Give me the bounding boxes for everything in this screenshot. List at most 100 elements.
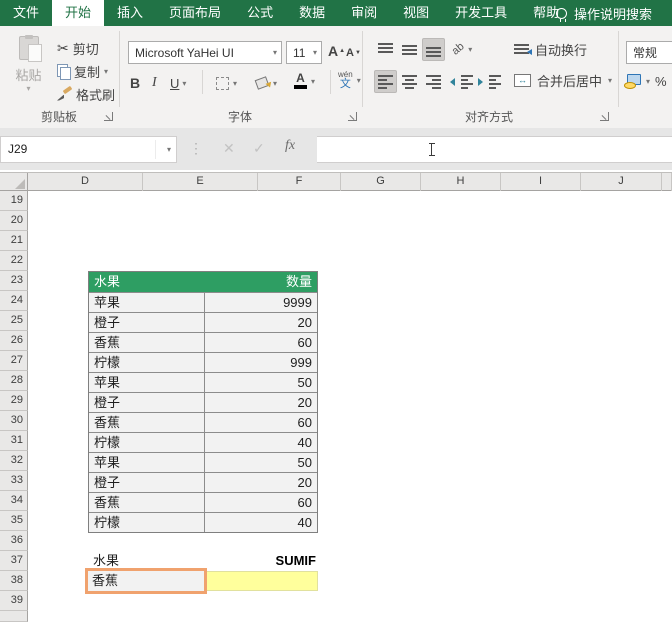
borders-button[interactable]: ▾: [216, 73, 237, 93]
font-size-dropdown-icon[interactable]: ▾: [309, 48, 321, 57]
criteria-cell-selected[interactable]: 香蕉: [85, 568, 207, 594]
bold-button[interactable]: B: [130, 73, 140, 93]
cancel-entry-icon[interactable]: ✕: [223, 140, 235, 157]
col-header-J[interactable]: J: [581, 173, 662, 191]
row-header-30[interactable]: 30: [0, 411, 28, 431]
font-name-combo[interactable]: Microsoft YaHei UI ▾: [128, 41, 282, 64]
row-header-33[interactable]: 33: [0, 471, 28, 491]
grow-font-button[interactable]: A ▲: [328, 41, 345, 61]
fill-color-dropdown-icon[interactable]: ▾: [273, 79, 277, 88]
tab-formulas[interactable]: 公式: [234, 0, 286, 26]
col-header-H[interactable]: H: [421, 173, 501, 191]
row-header-23[interactable]: 23: [0, 271, 28, 291]
cell-qty[interactable]: 60: [205, 413, 317, 432]
formula-bar-grip-icon[interactable]: ⋮: [189, 140, 203, 157]
tab-review[interactable]: 审阅: [338, 0, 390, 26]
accounting-dropdown-icon[interactable]: ▾: [646, 77, 650, 86]
cell-fruit[interactable]: 香蕉: [89, 413, 205, 432]
col-header-I[interactable]: I: [501, 173, 581, 191]
row-header-38[interactable]: 38: [0, 571, 28, 591]
align-bottom-button[interactable]: [422, 38, 445, 61]
phonetic-dropdown-icon[interactable]: ▾: [357, 76, 361, 85]
row-header-21[interactable]: 21: [0, 231, 28, 251]
cell-fruit[interactable]: 柠檬: [89, 513, 205, 532]
italic-button[interactable]: I: [152, 73, 157, 93]
row-header-32[interactable]: 32: [0, 451, 28, 471]
fill-color-button[interactable]: ▾: [256, 73, 277, 93]
tab-home[interactable]: 开始: [52, 0, 104, 26]
tab-page-layout[interactable]: 页面布局: [156, 0, 234, 26]
font-name-dropdown-icon[interactable]: ▾: [269, 48, 281, 57]
cell-fruit[interactable]: 香蕉: [89, 493, 205, 512]
underline-dropdown-icon[interactable]: ▾: [182, 79, 186, 88]
tab-developer[interactable]: 开发工具: [442, 0, 520, 26]
row-header-26[interactable]: 26: [0, 331, 28, 351]
formula-input[interactable]: [317, 136, 672, 163]
col-header-F[interactable]: F: [258, 173, 341, 191]
font-color-button[interactable]: A ▾: [294, 71, 315, 91]
name-box[interactable]: J29 ▾: [0, 136, 177, 163]
number-format-combo[interactable]: 常规: [626, 41, 672, 64]
cell-qty[interactable]: 20: [205, 473, 317, 492]
row-header-35[interactable]: 35: [0, 511, 28, 531]
tab-view[interactable]: 视图: [390, 0, 442, 26]
font-color-dropdown-icon[interactable]: ▾: [311, 77, 315, 86]
cell-fruit[interactable]: 香蕉: [89, 333, 205, 352]
copy-button[interactable]: 复制 ▾: [57, 61, 108, 81]
underline-button[interactable]: U ▾: [170, 73, 186, 93]
align-center-button[interactable]: [398, 70, 421, 93]
sumif-result-cell[interactable]: [204, 571, 318, 591]
decrease-indent-button[interactable]: [450, 72, 473, 92]
cell-qty[interactable]: 50: [205, 453, 317, 472]
increase-indent-button[interactable]: [478, 72, 501, 92]
cell-qty[interactable]: 9999: [205, 293, 317, 312]
cell-qty[interactable]: 50: [205, 373, 317, 392]
sumif-label-cell[interactable]: SUMIF: [204, 551, 316, 571]
shrink-font-button[interactable]: A ▼: [346, 43, 361, 63]
row-header-29[interactable]: 29: [0, 391, 28, 411]
wrap-text-button[interactable]: 自动换行: [514, 39, 587, 59]
orientation-dropdown-icon[interactable]: ▾: [468, 45, 472, 54]
align-right-button[interactable]: [422, 70, 445, 93]
align-middle-button[interactable]: [398, 38, 421, 61]
tab-data[interactable]: 数据: [286, 0, 338, 26]
accounting-format-button[interactable]: ▾ %: [624, 71, 667, 91]
row-header-27[interactable]: 27: [0, 351, 28, 371]
name-box-dropdown-icon[interactable]: ▾: [167, 145, 171, 154]
alignment-dialog-launcher[interactable]: [600, 112, 609, 121]
tab-file[interactable]: 文件: [0, 0, 52, 26]
tab-insert[interactable]: 插入: [104, 0, 156, 26]
cell-qty[interactable]: 40: [205, 513, 317, 532]
cell-qty[interactable]: 60: [205, 333, 317, 352]
insert-function-icon[interactable]: fx: [285, 138, 295, 154]
format-painter-button[interactable]: 格式刷: [57, 84, 115, 104]
cell-fruit[interactable]: 苹果: [89, 453, 205, 472]
cell-fruit[interactable]: 橙子: [89, 313, 205, 332]
cell-fruit[interactable]: 橙子: [89, 393, 205, 412]
col-header-G[interactable]: G: [341, 173, 421, 191]
cut-button[interactable]: ✂ 剪切: [57, 38, 99, 58]
row-header-28[interactable]: 28: [0, 371, 28, 391]
row-header-24[interactable]: 24: [0, 291, 28, 311]
confirm-entry-icon[interactable]: ✓: [253, 140, 265, 157]
orientation-button[interactable]: ab ▾: [452, 39, 472, 59]
cell-qty[interactable]: 999: [205, 353, 317, 372]
col-header-E[interactable]: E: [143, 173, 258, 191]
phonetic-guide-button[interactable]: wén 文 ▾: [338, 70, 361, 90]
cell-qty[interactable]: 20: [205, 393, 317, 412]
row-header-31[interactable]: 31: [0, 431, 28, 451]
font-size-combo[interactable]: 11 ▾: [286, 41, 322, 64]
copy-dropdown-icon[interactable]: ▾: [104, 67, 108, 76]
cell-fruit[interactable]: 苹果: [89, 293, 205, 312]
row-header-22[interactable]: 22: [0, 251, 28, 271]
merge-center-dropdown-icon[interactable]: ▾: [608, 76, 612, 85]
row-header-25[interactable]: 25: [0, 311, 28, 331]
cell-qty[interactable]: 20: [205, 313, 317, 332]
font-dialog-launcher[interactable]: [348, 112, 357, 121]
tell-me-search[interactable]: 操作说明搜索: [556, 0, 652, 26]
paste-dropdown-icon[interactable]: ▾: [26, 84, 30, 93]
table-header-row[interactable]: 水果 数量: [89, 272, 317, 292]
row-header-36[interactable]: 36: [0, 531, 28, 551]
borders-dropdown-icon[interactable]: ▾: [233, 79, 237, 88]
row-header-20[interactable]: 20: [0, 211, 28, 231]
